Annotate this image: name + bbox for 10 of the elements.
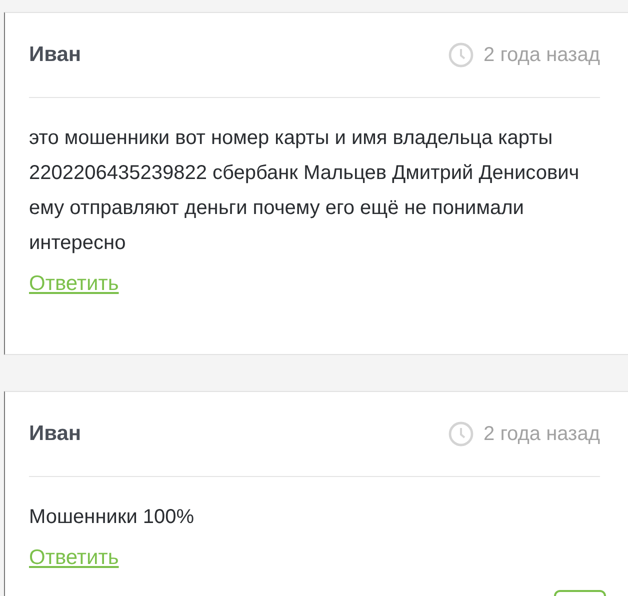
clock-icon — [448, 42, 474, 68]
author-name: Иван — [29, 422, 82, 446]
comment-time: 2 года назад — [484, 422, 600, 446]
reply-link[interactable]: Ответить — [29, 546, 119, 570]
comment-text: Мошенники 100% — [29, 505, 196, 530]
comment-text: это мошенники вот номер карты и имя владельца карты 2202206435239822 сбербанк Мальцев Дмитрий Денисович ему отправляют деньги почему его ещё не понимали интересно — [29, 126, 580, 256]
clock-icon — [448, 421, 474, 447]
comment-time: 2 года назад — [484, 44, 600, 66]
reply-link[interactable]: Ответить — [29, 272, 119, 296]
author-name: Иван — [29, 43, 82, 67]
